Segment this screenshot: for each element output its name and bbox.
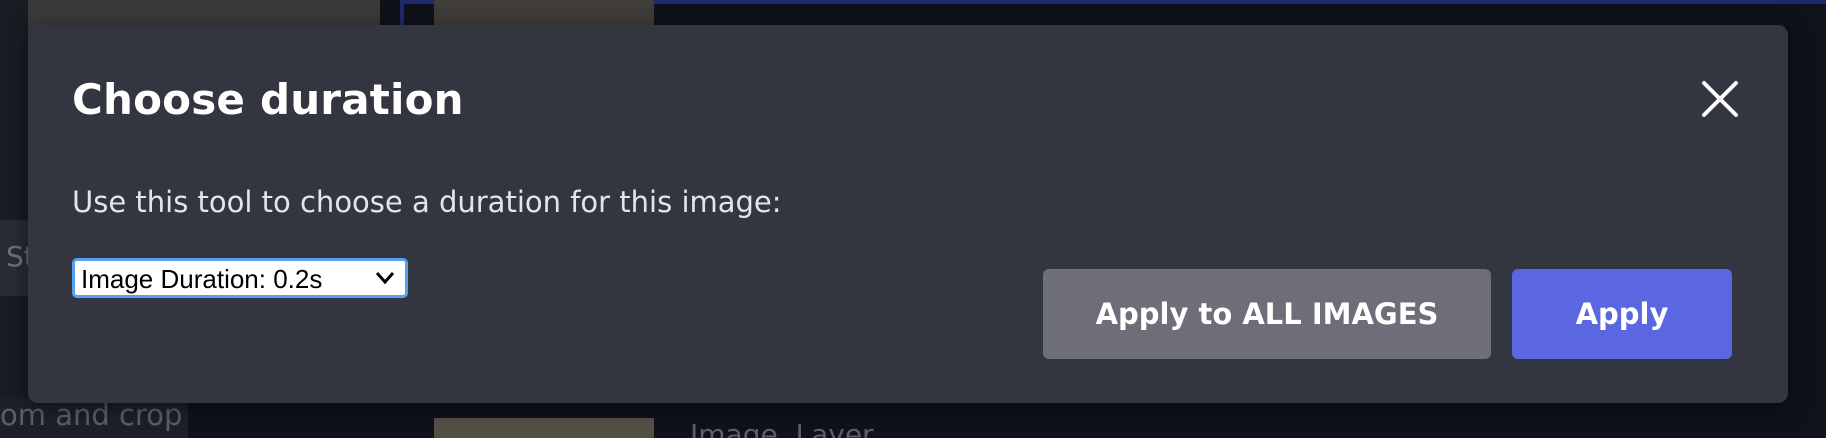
background-thumbnail (434, 418, 654, 438)
dialog-title: Choose duration (72, 75, 464, 124)
dialog-description: Use this tool to choose a duration for t… (72, 185, 782, 219)
background-sidebar (0, 0, 28, 438)
duration-select[interactable]: Image Duration: 0.2s (72, 258, 408, 298)
apply-all-images-button[interactable]: Apply to ALL IMAGES (1043, 269, 1491, 359)
background-menu-text: om and crop (0, 398, 183, 432)
apply-button[interactable]: Apply (1512, 269, 1732, 359)
duration-select-value: Image Duration: 0.2s (81, 263, 323, 294)
duration-dialog: Choose duration Use this tool to choose … (28, 25, 1788, 403)
close-icon (1702, 81, 1738, 117)
background-thumbnail-label: Image, Layer (690, 418, 874, 438)
chevron-down-icon (375, 272, 395, 285)
close-button[interactable] (1696, 75, 1744, 123)
